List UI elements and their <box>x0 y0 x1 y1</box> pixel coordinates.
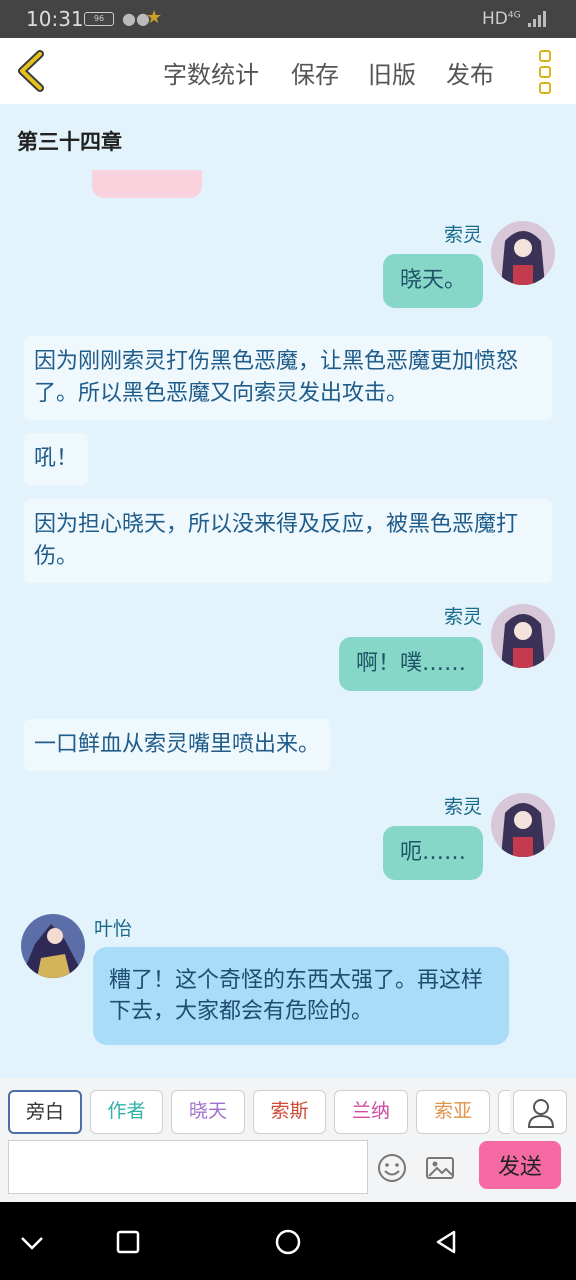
chapter-title: 第三十四章 <box>17 130 122 154</box>
role-label: 兰纳 <box>351 1100 390 1122</box>
star-icon: ★ <box>146 7 163 28</box>
avatar[interactable] <box>491 793 555 857</box>
old-version-button[interactable]: 旧版 <box>368 55 416 90</box>
word-count-button[interactable]: 字数统计 <box>163 55 259 90</box>
battery-icon: 96 <box>84 12 114 26</box>
narration-text[interactable]: 因为刚刚索灵打伤黑色恶魔，让黑色恶魔更加愤怒了。所以黑色恶魔又向索灵发出攻击。 <box>24 336 552 420</box>
signal-icon <box>528 11 548 27</box>
back-triangle-icon[interactable] <box>428 1224 464 1260</box>
top-toolbar: 字数统计 保存 旧版 发布 <box>0 38 576 104</box>
speaker-name: 索灵 <box>443 796 482 818</box>
message-bubble[interactable]: 晓天。 <box>382 254 483 308</box>
recents-square-icon[interactable] <box>110 1224 146 1260</box>
role-tab-author[interactable]: 作者 <box>90 1090 163 1134</box>
system-nav-bar <box>0 1202 576 1280</box>
role-label: 作者 <box>107 1100 146 1122</box>
emoji-icon[interactable] <box>376 1152 408 1184</box>
chevron-down-icon[interactable] <box>14 1224 50 1260</box>
network-indicator: HD4G <box>482 9 521 29</box>
avatar[interactable] <box>491 221 555 285</box>
avatar[interactable] <box>491 604 555 668</box>
add-role-button[interactable] <box>513 1090 567 1134</box>
role-label: 晓天 <box>188 1100 227 1122</box>
clock: 10:31 <box>26 7 84 31</box>
network-gen: 4G <box>507 10 521 21</box>
publish-button[interactable]: 发布 <box>446 55 494 90</box>
image-icon[interactable] <box>424 1152 456 1184</box>
speaker-name: 索灵 <box>443 606 482 628</box>
partial-message-bubble <box>92 170 202 198</box>
narration-text[interactable]: 一口鲜血从索灵嘴里喷出来。 <box>24 719 331 771</box>
narration-text[interactable]: 吼！ <box>24 433 89 485</box>
message-input[interactable] <box>8 1140 368 1194</box>
message-bubble[interactable]: 呃…… <box>382 826 483 880</box>
avatar[interactable] <box>21 914 85 978</box>
home-circle-icon[interactable] <box>270 1224 306 1260</box>
composer-panel: 旁白 作者 晓天 索斯 兰纳 索亚 发送 <box>0 1078 576 1202</box>
role-label: 索斯 <box>270 1100 309 1122</box>
role-label: 索亚 <box>433 1100 472 1122</box>
role-tab-xiaotian[interactable]: 晓天 <box>171 1090 245 1134</box>
role-tab-partial[interactable] <box>498 1090 510 1134</box>
speaker-name: 索灵 <box>443 224 482 246</box>
network-label: HD <box>482 9 508 29</box>
user-icon <box>527 1099 555 1128</box>
role-tab-narration[interactable]: 旁白 <box>8 1090 82 1134</box>
role-tab-suoya[interactable]: 索亚 <box>416 1090 490 1134</box>
role-tab-lanna[interactable]: 兰纳 <box>334 1090 408 1134</box>
send-button[interactable]: 发送 <box>479 1141 561 1189</box>
narration-text[interactable]: 因为担心晓天，所以没来得及反应，被黑色恶魔打伤。 <box>24 499 552 583</box>
role-tab-suosi[interactable]: 索斯 <box>253 1090 326 1134</box>
status-bar: 10:31 96 ●● ★ HD4G <box>0 0 576 38</box>
save-button[interactable]: 保存 <box>291 55 339 90</box>
role-label: 旁白 <box>25 1101 64 1123</box>
more-menu-icon[interactable] <box>534 50 556 94</box>
message-bubble[interactable]: 糟了！这个奇怪的东西太强了。再这样下去，大家都会有危险的。 <box>93 947 509 1045</box>
speaker-name: 叶怡 <box>94 918 133 940</box>
back-arrow-icon[interactable] <box>14 50 50 92</box>
message-bubble[interactable]: 啊！噗…… <box>338 637 483 691</box>
